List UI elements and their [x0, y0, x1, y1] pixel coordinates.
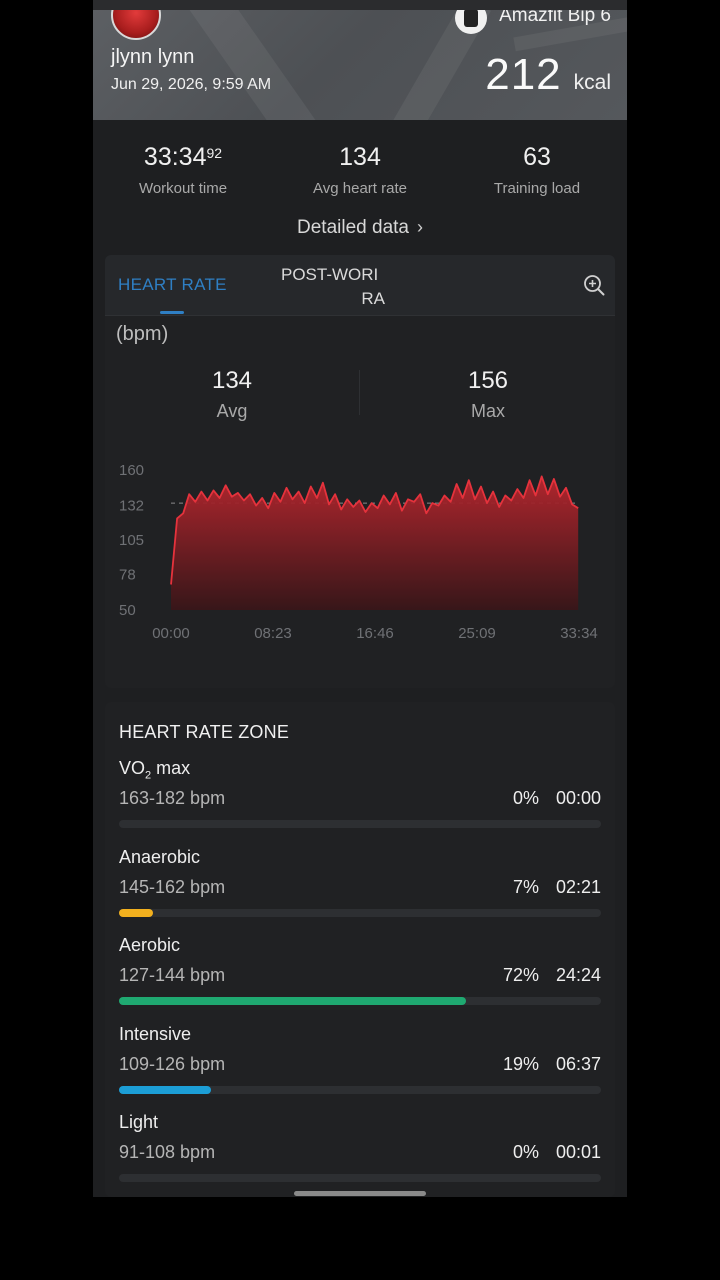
x-tick-label: 33:34 — [560, 625, 598, 642]
zone-name-suffix: max — [151, 758, 191, 778]
zone-name: Light — [119, 1112, 158, 1133]
workout-date: Jun 29, 2026, 9:59 AM — [111, 76, 272, 93]
zone-name-text: Intensive — [119, 1024, 192, 1044]
zone-percent: 0% — [512, 788, 539, 808]
zone-time: 02:21 — [555, 877, 601, 897]
zone-row: VO2 max 163-182 bpm 0% 00:00 — [119, 758, 601, 838]
y-tick-label: 105 — [119, 532, 144, 549]
stat-divider — [359, 370, 360, 415]
device-name: Amazfit Bip 6 — [499, 10, 611, 26]
x-tick-label: 08:23 — [254, 625, 292, 642]
hr-max-value: 156 — [467, 367, 509, 394]
workout-time-value: 33:34 — [143, 143, 207, 171]
calories-value: 212 — [485, 50, 562, 99]
zone-title: HEART RATE ZONE — [119, 722, 290, 742]
tab-post-workout-heart-rate[interactable]: POST-WORI RA — [281, 263, 385, 311]
zone-progress-track — [119, 820, 601, 828]
tab-post-line2: RA — [361, 289, 385, 308]
zone-progress-track — [119, 909, 601, 917]
zone-name-text: Aerobic — [119, 935, 181, 955]
zoom-in-icon[interactable] — [583, 274, 605, 296]
zone-name: Aerobic — [119, 935, 180, 956]
zone-range: 163-182 bpm — [119, 788, 226, 808]
zone-name: Anaerobic — [119, 847, 200, 868]
avatar[interactable] — [111, 10, 161, 40]
zone-progress-fill — [119, 997, 467, 1005]
zone-percent: 19% — [502, 1054, 539, 1074]
zone-row: Anaerobic 145-162 bpm 7% 02:21 — [119, 847, 601, 927]
y-tick-label: 132 — [119, 498, 144, 515]
avg-heart-rate-value: 134 — [339, 143, 381, 171]
hr-avg-value: 134 — [211, 367, 253, 394]
zone-name-text: Anaerobic — [119, 847, 201, 867]
zone-name-text: VO — [119, 758, 146, 778]
hr-avg-stat: 134 Avg — [157, 367, 307, 422]
zone-progress-fill — [119, 1086, 211, 1094]
calories-unit: kcal — [573, 71, 611, 94]
zone-progress-fill — [119, 909, 153, 917]
zone-time: 06:37 — [555, 1054, 601, 1074]
x-tick-label: 16:46 — [356, 625, 394, 642]
user-name: jlynn lynn — [111, 46, 195, 68]
avg-heart-rate-stat: 134 Avg heart rate — [270, 143, 450, 197]
workout-header: Amazfit Bip 6 jlynn lynn Jun 29, 2026, 9… — [93, 10, 627, 120]
y-tick-label: 160 — [119, 462, 144, 479]
zone-progress-track — [119, 997, 601, 1005]
status-strip — [93, 0, 627, 10]
x-tick-label: 00:00 — [152, 625, 190, 642]
workout-time-stat: 33:3492 Workout time — [93, 143, 273, 197]
zone-row: Aerobic 127-144 bpm 72% 24:24 — [119, 935, 601, 1015]
zone-row: Intensive 109-126 bpm 19% 06:37 — [119, 1024, 601, 1104]
training-load-value: 63 — [523, 143, 551, 171]
zone-range: 91-108 bpm — [119, 1142, 216, 1162]
chevron-right-icon: › — [416, 217, 423, 237]
zone-time: 00:01 — [555, 1142, 601, 1162]
avg-heart-rate-label: Avg heart rate — [313, 180, 407, 197]
training-load-label: Training load — [493, 180, 581, 197]
chart-tabs: HEART RATE POST-WORI RA — [105, 255, 615, 316]
zone-name-text: Light — [119, 1112, 159, 1132]
zone-name: VO2 max — [119, 758, 190, 782]
y-tick-label: 78 — [119, 566, 136, 583]
heart-rate-chart[interactable]: 160 132 105 78 50 00:00 08:23 16:46 25:09 33:34 — [105, 450, 615, 650]
hr-avg-label: Avg — [216, 401, 248, 421]
zone-percent: 72% — [502, 965, 539, 985]
zone-range: 127-144 bpm — [119, 965, 226, 985]
zone-percent: 7% — [512, 877, 539, 897]
zone-time: 00:00 — [555, 788, 601, 808]
hr-max-stat: 156 Max — [413, 367, 563, 422]
zone-range: 109-126 bpm — [119, 1054, 226, 1074]
tab-post-line1: POST-WORI — [281, 265, 379, 284]
zone-range: 145-162 bpm — [119, 877, 226, 897]
workout-time-fraction: 92 — [206, 145, 223, 161]
heart-rate-card: HEART RATE POST-WORI RA (bpm) 134 Avg 15… — [105, 255, 615, 688]
y-tick-label: 50 — [119, 602, 136, 619]
detailed-data-label: Detailed data — [297, 217, 409, 238]
zone-percent: 0% — [512, 1142, 539, 1162]
tab-active-indicator — [160, 311, 184, 314]
home-indicator[interactable] — [294, 1191, 426, 1196]
workout-time-label: Workout time — [138, 180, 228, 197]
unit-label: (bpm) — [116, 323, 169, 345]
tab-heart-rate[interactable]: HEART RATE — [118, 275, 227, 295]
calories: 212 kcal — [485, 50, 611, 100]
x-tick-label: 25:09 — [458, 625, 496, 642]
zone-name: Intensive — [119, 1024, 191, 1045]
detailed-data-link[interactable]: Detailed data › — [93, 217, 627, 239]
zone-row: Light 91-108 bpm 0% 00:01 — [119, 1112, 601, 1192]
phone-screen: Amazfit Bip 6 jlynn lynn Jun 29, 2026, 9… — [93, 0, 627, 1197]
heart-rate-zone-card: HEART RATE ZONE VO2 max 163-182 bpm 0% 00:0… — [105, 702, 615, 1197]
zone-time: 24:24 — [555, 965, 601, 985]
hr-max-label: Max — [470, 401, 505, 421]
zone-progress-track — [119, 1086, 601, 1094]
zone-progress-track — [119, 1174, 601, 1182]
training-load-stat: 63 Training load — [447, 143, 627, 197]
